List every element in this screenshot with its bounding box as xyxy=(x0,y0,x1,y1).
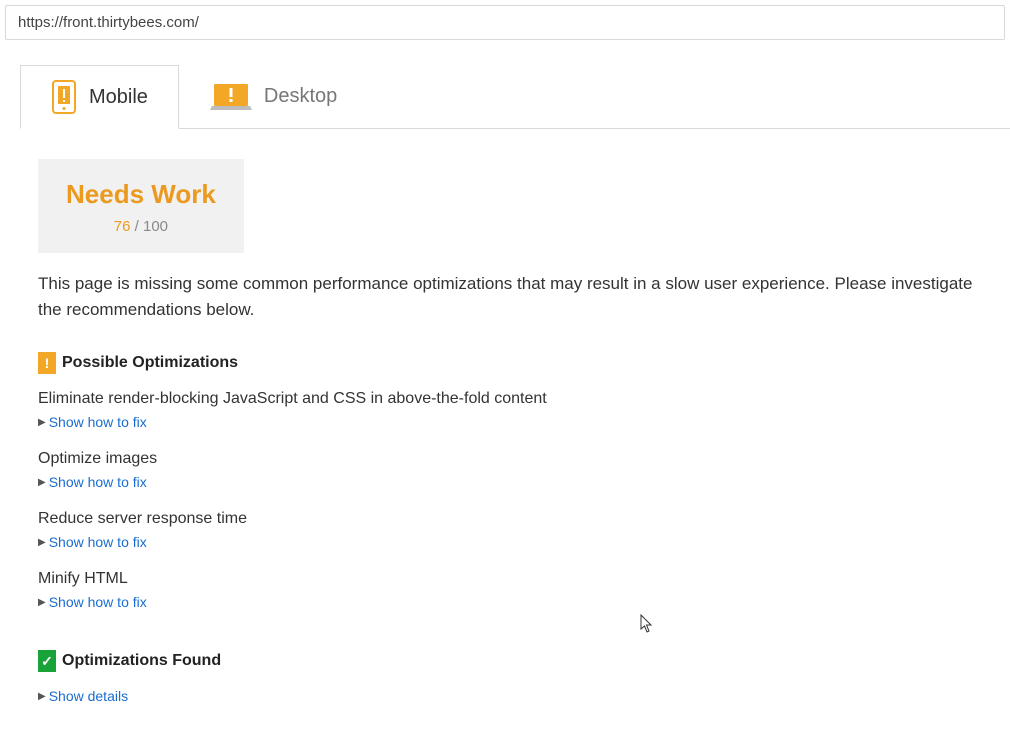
show-link-label: Show how to fix xyxy=(49,534,147,550)
mobile-icon xyxy=(51,80,77,114)
chevron-right-icon: ▶ xyxy=(38,537,46,548)
possible-optimizations-header: ! Possible Optimizations xyxy=(38,352,992,374)
optimization-title: Optimize images xyxy=(38,450,992,468)
show-link-label: Show how to fix xyxy=(49,474,147,490)
tab-desktop-label: Desktop xyxy=(264,85,337,108)
warn-badge-icon: ! xyxy=(38,352,56,374)
optimization-title: Eliminate render-blocking JavaScript and… xyxy=(38,390,992,408)
chevron-right-icon: ▶ xyxy=(38,691,46,702)
score-number: 76 xyxy=(114,218,131,235)
main-content: Needs Work 76 / 100 This page is missing… xyxy=(0,129,1010,734)
optimizations-found-title: Optimizations Found xyxy=(62,652,221,670)
show-link-label: Show how to fix xyxy=(49,414,147,430)
score-divider: / xyxy=(130,218,143,235)
tab-mobile[interactable]: Mobile xyxy=(20,65,179,129)
url-bar[interactable]: https://front.thirtybees.com/ xyxy=(5,5,1005,40)
ok-badge-icon: ✓ xyxy=(38,650,56,672)
show-link-label: Show how to fix xyxy=(49,594,147,610)
show-how-to-fix-link[interactable]: ▶ Show how to fix xyxy=(38,534,992,550)
show-how-to-fix-link[interactable]: ▶ Show how to fix xyxy=(38,594,992,610)
tab-desktop[interactable]: Desktop xyxy=(179,65,368,128)
optimization-item: Eliminate render-blocking JavaScript and… xyxy=(38,390,992,430)
optimizations-found-header: ✓ Optimizations Found xyxy=(38,650,992,672)
score-status: Needs Work xyxy=(66,179,216,210)
chevron-right-icon: ▶ xyxy=(38,477,46,488)
optimization-item: Optimize images ▶ Show how to fix xyxy=(38,450,992,490)
optimizations-found-section: ✓ Optimizations Found ▶ Show details xyxy=(38,650,992,704)
possible-optimizations-title: Possible Optimizations xyxy=(62,354,238,372)
show-how-to-fix-link[interactable]: ▶ Show how to fix xyxy=(38,474,992,490)
tab-mobile-label: Mobile xyxy=(89,86,148,109)
score-card: Needs Work 76 / 100 xyxy=(38,159,244,253)
chevron-right-icon: ▶ xyxy=(38,597,46,608)
optimization-item: Reduce server response time ▶ Show how t… xyxy=(38,510,992,550)
tabs-container: Mobile Desktop xyxy=(20,65,1010,129)
desktop-icon xyxy=(210,82,252,112)
score-value: 76 / 100 xyxy=(66,218,216,235)
chevron-right-icon: ▶ xyxy=(38,417,46,428)
show-how-to-fix-link[interactable]: ▶ Show how to fix xyxy=(38,414,992,430)
optimization-item: Minify HTML ▶ Show how to fix xyxy=(38,570,992,610)
score-max: 100 xyxy=(143,218,168,235)
summary-text: This page is missing some common perform… xyxy=(38,271,978,322)
optimization-title: Minify HTML xyxy=(38,570,992,588)
show-details-link[interactable]: ▶ Show details xyxy=(38,688,992,704)
optimization-title: Reduce server response time xyxy=(38,510,992,528)
show-details-label: Show details xyxy=(49,688,128,704)
